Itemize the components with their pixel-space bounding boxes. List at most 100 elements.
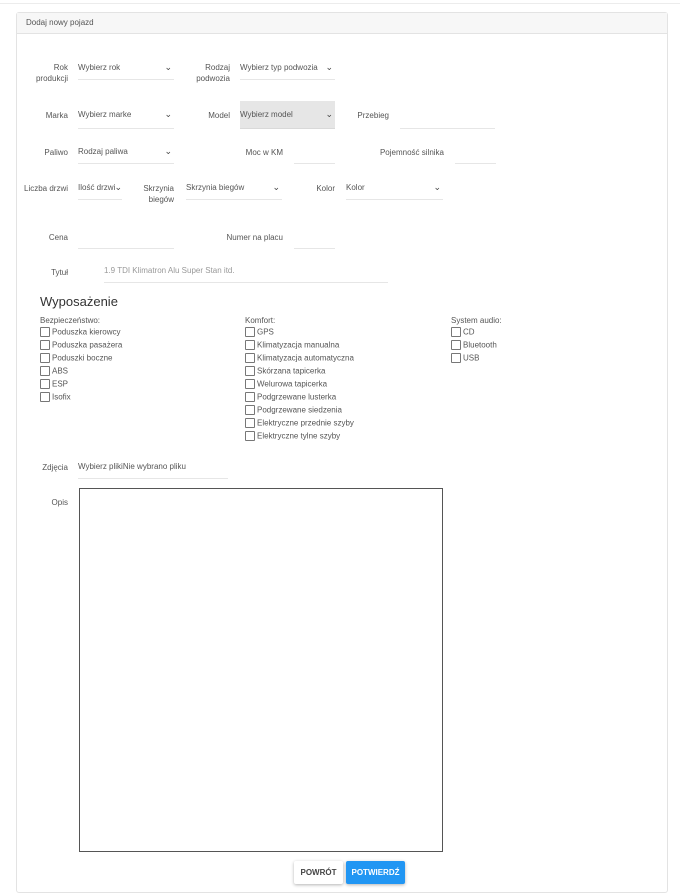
checkbox-passenger-airbag[interactable]: Poduszka pasażera xyxy=(40,340,122,353)
year-select[interactable]: Wybierz rok ⌄ xyxy=(78,62,174,80)
checkbox-box[interactable] xyxy=(245,392,255,402)
color-label: Kolor xyxy=(316,184,335,193)
checkbox-box[interactable] xyxy=(245,366,255,376)
description-textarea[interactable] xyxy=(79,488,443,852)
chevron-down-icon: ⌄ xyxy=(272,182,280,192)
top-divider xyxy=(0,0,680,4)
checkbox-box[interactable] xyxy=(451,353,461,363)
checkbox-heated-seats[interactable]: Podgrzewane siedzenia xyxy=(245,405,342,418)
checkbox-label: Poduszka kierowcy xyxy=(52,327,121,337)
checkbox-box[interactable] xyxy=(40,392,50,402)
color-select[interactable]: Kolor ⌄ xyxy=(346,182,443,200)
chevron-down-icon: ⌄ xyxy=(164,62,172,72)
checkbox-rear-windows[interactable]: Elektryczne tylne szyby xyxy=(245,431,340,444)
checkbox-front-windows[interactable]: Elektryczne przednie szyby xyxy=(245,418,354,431)
checkbox-auto-ac[interactable]: Klimatyzacja automatyczna xyxy=(245,353,354,366)
photos-label: Zdjęcia xyxy=(42,463,68,472)
equipment-heading: Wyposażenie xyxy=(40,294,118,309)
checkbox-box[interactable] xyxy=(40,327,50,337)
gearbox-label: Skrzynia biegów xyxy=(143,184,174,204)
checkbox-label: Klimatyzacja automatyczna xyxy=(257,353,354,363)
checkbox-label: ESP xyxy=(52,379,69,389)
fuel-select-value: Rodzaj paliwa xyxy=(78,147,128,156)
power-input[interactable] xyxy=(294,147,335,164)
checkbox-isofix[interactable]: Isofix xyxy=(40,392,71,405)
checkbox-box[interactable] xyxy=(245,405,255,415)
model-select-value: Wybierz model xyxy=(240,110,293,119)
safety-group-title: Bezpieczeństwo: xyxy=(40,316,101,325)
brand-select[interactable]: Wybierz marke ⌄ xyxy=(78,109,174,129)
checkbox-label: Poduszka pasażera xyxy=(52,340,123,350)
checkbox-box[interactable] xyxy=(40,353,50,363)
checkbox-box[interactable] xyxy=(40,340,50,350)
panel-title: Dodaj nowy pojazd xyxy=(17,13,667,34)
checkbox-label: GPS xyxy=(257,327,274,337)
checkbox-usb[interactable]: USB xyxy=(451,353,479,366)
checkbox-label: Elektryczne tylne szyby xyxy=(257,431,341,441)
checkbox-label: Poduszki boczne xyxy=(52,353,113,363)
checkbox-bluetooth[interactable]: Bluetooth xyxy=(451,340,497,353)
title-input[interactable]: 1.9 TDI Klimatron Alu Super Stan itd. xyxy=(104,266,388,283)
checkbox-label: Klimatyzacja manualna xyxy=(257,340,340,350)
chevron-down-icon: ⌄ xyxy=(325,109,333,119)
body-type-label: Rodzaj podwozia xyxy=(196,63,230,83)
brand-select-value: Wybierz marke xyxy=(78,110,132,119)
chevron-down-icon: ⌄ xyxy=(325,62,333,72)
checkbox-label: Bluetooth xyxy=(463,340,497,350)
checkbox-velour[interactable]: Welurowa tapicerka xyxy=(245,379,327,392)
chevron-down-icon: ⌄ xyxy=(164,109,172,119)
body-type-select-value: Wybierz typ podwozia xyxy=(240,63,318,72)
checkbox-box[interactable] xyxy=(451,340,461,350)
engine-capacity-label: Pojemność silnika xyxy=(379,148,444,157)
checkbox-manual-ac[interactable]: Klimatyzacja manualna xyxy=(245,340,339,353)
model-select[interactable]: Wybierz model ⌄ xyxy=(240,101,335,129)
audio-group-title: System audio: xyxy=(451,316,502,325)
checkbox-label: Skórzana tapicerka xyxy=(257,366,326,376)
fuel-label: Paliwo xyxy=(44,148,68,157)
mileage-input[interactable] xyxy=(400,110,495,129)
back-button[interactable]: POWRÓT xyxy=(294,861,343,884)
checkbox-box[interactable] xyxy=(451,327,461,337)
model-label: Model xyxy=(208,111,230,120)
checkbox-abs[interactable]: ABS xyxy=(40,366,68,379)
checkbox-esp[interactable]: ESP xyxy=(40,379,68,392)
confirm-button[interactable]: POTWIERDŹ xyxy=(346,861,405,884)
description-label: Opis xyxy=(51,498,68,507)
power-label: Moc w KM xyxy=(245,148,283,157)
checkbox-label: Podgrzewane siedzenia xyxy=(257,405,342,415)
chevron-down-icon: ⌄ xyxy=(114,182,122,192)
price-input[interactable] xyxy=(78,232,174,249)
photos-file-input[interactable]: Wybierz plikiNie wybrano pliku xyxy=(78,461,228,479)
body-type-select[interactable]: Wybierz typ podwozia ⌄ xyxy=(240,62,335,80)
chevron-down-icon: ⌄ xyxy=(433,182,441,192)
comfort-group-title: Komfort: xyxy=(245,316,276,325)
checkbox-box[interactable] xyxy=(245,327,255,337)
checkbox-box[interactable] xyxy=(245,340,255,350)
checkbox-label: CD xyxy=(463,327,475,337)
checkbox-heated-mirrors[interactable]: Podgrzewane lusterka xyxy=(245,392,336,405)
checkbox-box[interactable] xyxy=(245,353,255,363)
doors-label: Liczba drzwi xyxy=(24,184,69,193)
chevron-down-icon: ⌄ xyxy=(164,146,172,156)
checkbox-driver-airbag[interactable]: Poduszka kierowcy xyxy=(40,327,120,340)
title-label: Tytuł xyxy=(51,268,68,277)
color-select-value: Kolor xyxy=(346,183,365,192)
year-label: Rok produkcji xyxy=(35,63,68,83)
photos-file-input-text: Wybierz plikiNie wybrano pliku xyxy=(78,462,186,471)
checkbox-box[interactable] xyxy=(245,418,255,428)
checkbox-leather[interactable]: Skórzana tapicerka xyxy=(245,366,325,379)
checkbox-box[interactable] xyxy=(245,431,255,441)
checkbox-cd[interactable]: CD xyxy=(451,327,475,340)
checkbox-box[interactable] xyxy=(245,379,255,389)
doors-select[interactable]: Ilość drzwi ⌄ xyxy=(78,182,122,200)
checkbox-box[interactable] xyxy=(40,366,50,376)
engine-capacity-input[interactable] xyxy=(455,147,496,164)
checkbox-gps[interactable]: GPS xyxy=(245,327,274,340)
checkbox-label: Podgrzewane lusterka xyxy=(257,392,337,402)
checkbox-side-airbags[interactable]: Poduszki boczne xyxy=(40,353,112,366)
checkbox-box[interactable] xyxy=(40,379,50,389)
fuel-select[interactable]: Rodzaj paliwa ⌄ xyxy=(78,146,174,164)
title-input-placeholder: 1.9 TDI Klimatron Alu Super Stan itd. xyxy=(104,266,235,275)
gearbox-select[interactable]: Skrzynia biegów ⌄ xyxy=(186,182,282,200)
lot-number-input[interactable] xyxy=(294,232,335,249)
